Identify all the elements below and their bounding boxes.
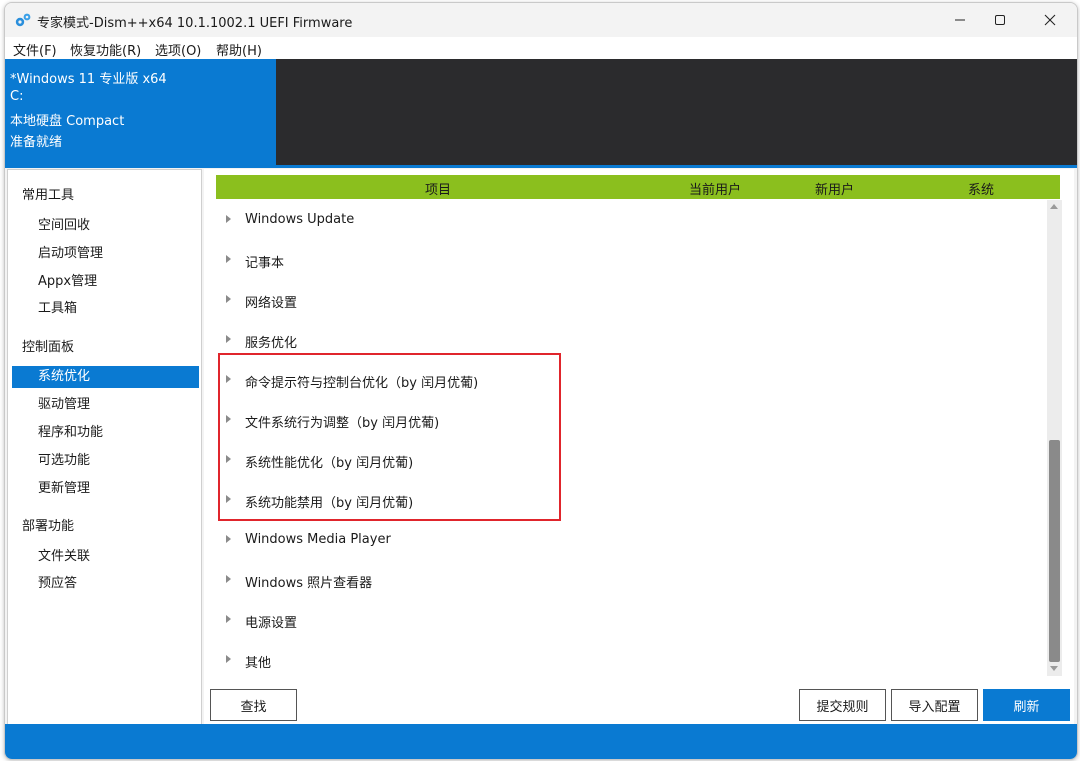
scroll-down-arrow-icon[interactable]: [1050, 666, 1058, 671]
sidebar-category-control-panel: 控制面板: [22, 340, 75, 355]
tree-row-media-player[interactable]: Windows Media Player: [216, 521, 1038, 561]
tree-row-filesystem-behavior[interactable]: 文件系统行为调整（by 闰月优葡): [216, 401, 1038, 441]
tree-row-label: 系统性能优化（by 闰月优葡): [245, 456, 414, 471]
disk-type: 本地硬盘 Compact: [10, 114, 125, 129]
status-bar: [5, 724, 1077, 759]
scroll-up-arrow-icon[interactable]: [1050, 204, 1058, 209]
sidebar: 常用工具 空间回收 启动项管理 Appx管理 工具箱 控制面板 系统优化 驱动管…: [7, 169, 202, 726]
tree-row-service-optimization[interactable]: 服务优化: [216, 321, 1038, 361]
sidebar-item-label: 空间回收: [38, 218, 91, 233]
tree-row-label: 电源设置: [245, 616, 298, 631]
window-title: 专家模式-Dism++x64 10.1.1002.1 UEFI Firmware: [37, 16, 353, 31]
minimize-icon: [955, 19, 965, 21]
tree-row-cmd-console-optimization[interactable]: 命令提示符与控制台优化（by 闰月优葡): [216, 361, 1038, 401]
sidebar-item-file-association[interactable]: 文件关联: [12, 546, 199, 568]
expand-arrow-icon[interactable]: [226, 575, 231, 583]
sidebar-item-label: 启动项管理: [38, 246, 104, 261]
expand-arrow-icon[interactable]: [226, 615, 231, 623]
sidebar-item-update-manager[interactable]: 更新管理: [12, 478, 199, 500]
divider: [5, 165, 1077, 168]
sidebar-item-optional-features[interactable]: 可选功能: [12, 450, 199, 472]
column-header-new-user[interactable]: 新用户: [815, 179, 854, 198]
tree-row-label: 文件系统行为调整（by 闰月优葡): [245, 416, 440, 431]
optimization-panel: 项目 当前用户 新用户 系统 Windows Update 记事本 网络设置 服…: [204, 169, 1074, 724]
sidebar-item-label: 系统优化: [38, 369, 91, 384]
sidebar-item-space-cleanup[interactable]: 空间回收: [12, 215, 199, 237]
expand-arrow-icon[interactable]: [226, 375, 231, 383]
maximize-icon: [995, 15, 1005, 25]
sidebar-category-deployment: 部署功能: [22, 519, 75, 534]
sidebar-item-startup-manager[interactable]: 启动项管理: [12, 243, 199, 265]
expand-arrow-icon[interactable]: [226, 455, 231, 463]
close-button[interactable]: [1027, 3, 1073, 37]
sidebar-item-label: 文件关联: [38, 549, 91, 564]
menu-file[interactable]: 文件(F): [13, 40, 57, 59]
status-text: 准备就绪: [10, 135, 63, 150]
scrollbar-thumb[interactable]: [1049, 440, 1060, 662]
tree-row-label: Windows 照片查看器: [245, 576, 373, 591]
tree-row-label: 其他: [245, 656, 272, 671]
sidebar-item-label: Appx管理: [38, 274, 98, 289]
menu-recovery[interactable]: 恢复功能(R): [70, 40, 141, 59]
sidebar-item-system-optimization[interactable]: 系统优化: [12, 366, 199, 388]
expand-arrow-icon[interactable]: [226, 255, 231, 263]
expand-arrow-icon[interactable]: [226, 335, 231, 343]
column-header-item[interactable]: 项目: [425, 179, 451, 198]
expand-arrow-icon[interactable]: [226, 535, 231, 543]
column-header-current-user[interactable]: 当前用户: [689, 179, 741, 198]
column-header-system[interactable]: 系统: [968, 179, 994, 198]
gears-app-icon: [14, 12, 32, 28]
sidebar-item-programs-features[interactable]: 程序和功能: [12, 422, 199, 444]
sidebar-category-common-tools: 常用工具: [22, 188, 75, 203]
session-panel: [276, 59, 1077, 165]
find-button[interactable]: 查找: [210, 689, 297, 721]
import-config-button[interactable]: 导入配置: [891, 689, 978, 721]
tree-row-label: Windows Update: [245, 212, 355, 227]
tree-row-windows-update[interactable]: Windows Update: [216, 201, 1038, 241]
menu-options[interactable]: 选项(O): [155, 40, 201, 59]
submit-rules-button[interactable]: 提交规则: [799, 689, 886, 721]
sidebar-item-unattend[interactable]: 预应答: [12, 573, 199, 595]
sidebar-item-label: 工具箱: [38, 301, 78, 316]
expand-arrow-icon[interactable]: [226, 415, 231, 423]
refresh-button[interactable]: 刷新: [983, 689, 1070, 721]
tree-row-system-performance[interactable]: 系统性能优化（by 闰月优葡): [216, 441, 1038, 481]
tree-row-notepad[interactable]: 记事本: [216, 241, 1038, 281]
tree-row-photo-viewer[interactable]: Windows 照片查看器: [216, 561, 1038, 601]
sidebar-item-label: 程序和功能: [38, 425, 104, 440]
sidebar-item-label: 可选功能: [38, 453, 91, 468]
tree-row-label: Windows Media Player: [245, 532, 391, 547]
tree-row-power-settings[interactable]: 电源设置: [216, 601, 1038, 641]
system-info-panel[interactable]: *Windows 11 专业版 x64 C: 本地硬盘 Compact 准备就绪: [5, 59, 276, 165]
close-icon: [1044, 14, 1056, 26]
table-header: 项目 当前用户 新用户 系统: [216, 175, 1060, 199]
maximize-button[interactable]: [977, 3, 1023, 37]
title-bar: 专家模式-Dism++x64 10.1.1002.1 UEFI Firmware: [5, 3, 1077, 37]
drive-letter: C:: [10, 89, 24, 104]
sidebar-item-label: 驱动管理: [38, 397, 91, 412]
tree-row-label: 服务优化: [245, 336, 298, 351]
expand-arrow-icon[interactable]: [226, 215, 231, 223]
vertical-scrollbar[interactable]: [1047, 200, 1062, 676]
sidebar-item-label: 更新管理: [38, 481, 91, 496]
tree-row-label: 记事本: [245, 256, 285, 271]
tree-row-label: 网络设置: [245, 296, 298, 311]
sidebar-item-label: 预应答: [38, 576, 78, 591]
tree-row-other[interactable]: 其他: [216, 641, 1038, 681]
expand-arrow-icon[interactable]: [226, 295, 231, 303]
expand-arrow-icon[interactable]: [226, 655, 231, 663]
sidebar-item-appx-manager[interactable]: Appx管理: [12, 271, 199, 293]
tree-row-network-settings[interactable]: 网络设置: [216, 281, 1038, 321]
app-window: 专家模式-Dism++x64 10.1.1002.1 UEFI Firmware…: [4, 2, 1078, 760]
sidebar-item-driver-manager[interactable]: 驱动管理: [12, 394, 199, 416]
menu-bar: 文件(F) 恢复功能(R) 选项(O) 帮助(H): [5, 37, 1077, 59]
tree-row-label: 系统功能禁用（by 闰月优葡): [245, 496, 414, 511]
expand-arrow-icon[interactable]: [226, 495, 231, 503]
sidebar-item-toolbox[interactable]: 工具箱: [12, 298, 199, 320]
menu-help[interactable]: 帮助(H): [216, 40, 262, 59]
os-name: *Windows 11 专业版 x64: [10, 72, 167, 87]
tree-row-feature-disable[interactable]: 系统功能禁用（by 闰月优葡): [216, 481, 1038, 521]
tree-row-label: 命令提示符与控制台优化（by 闰月优葡): [245, 376, 479, 391]
